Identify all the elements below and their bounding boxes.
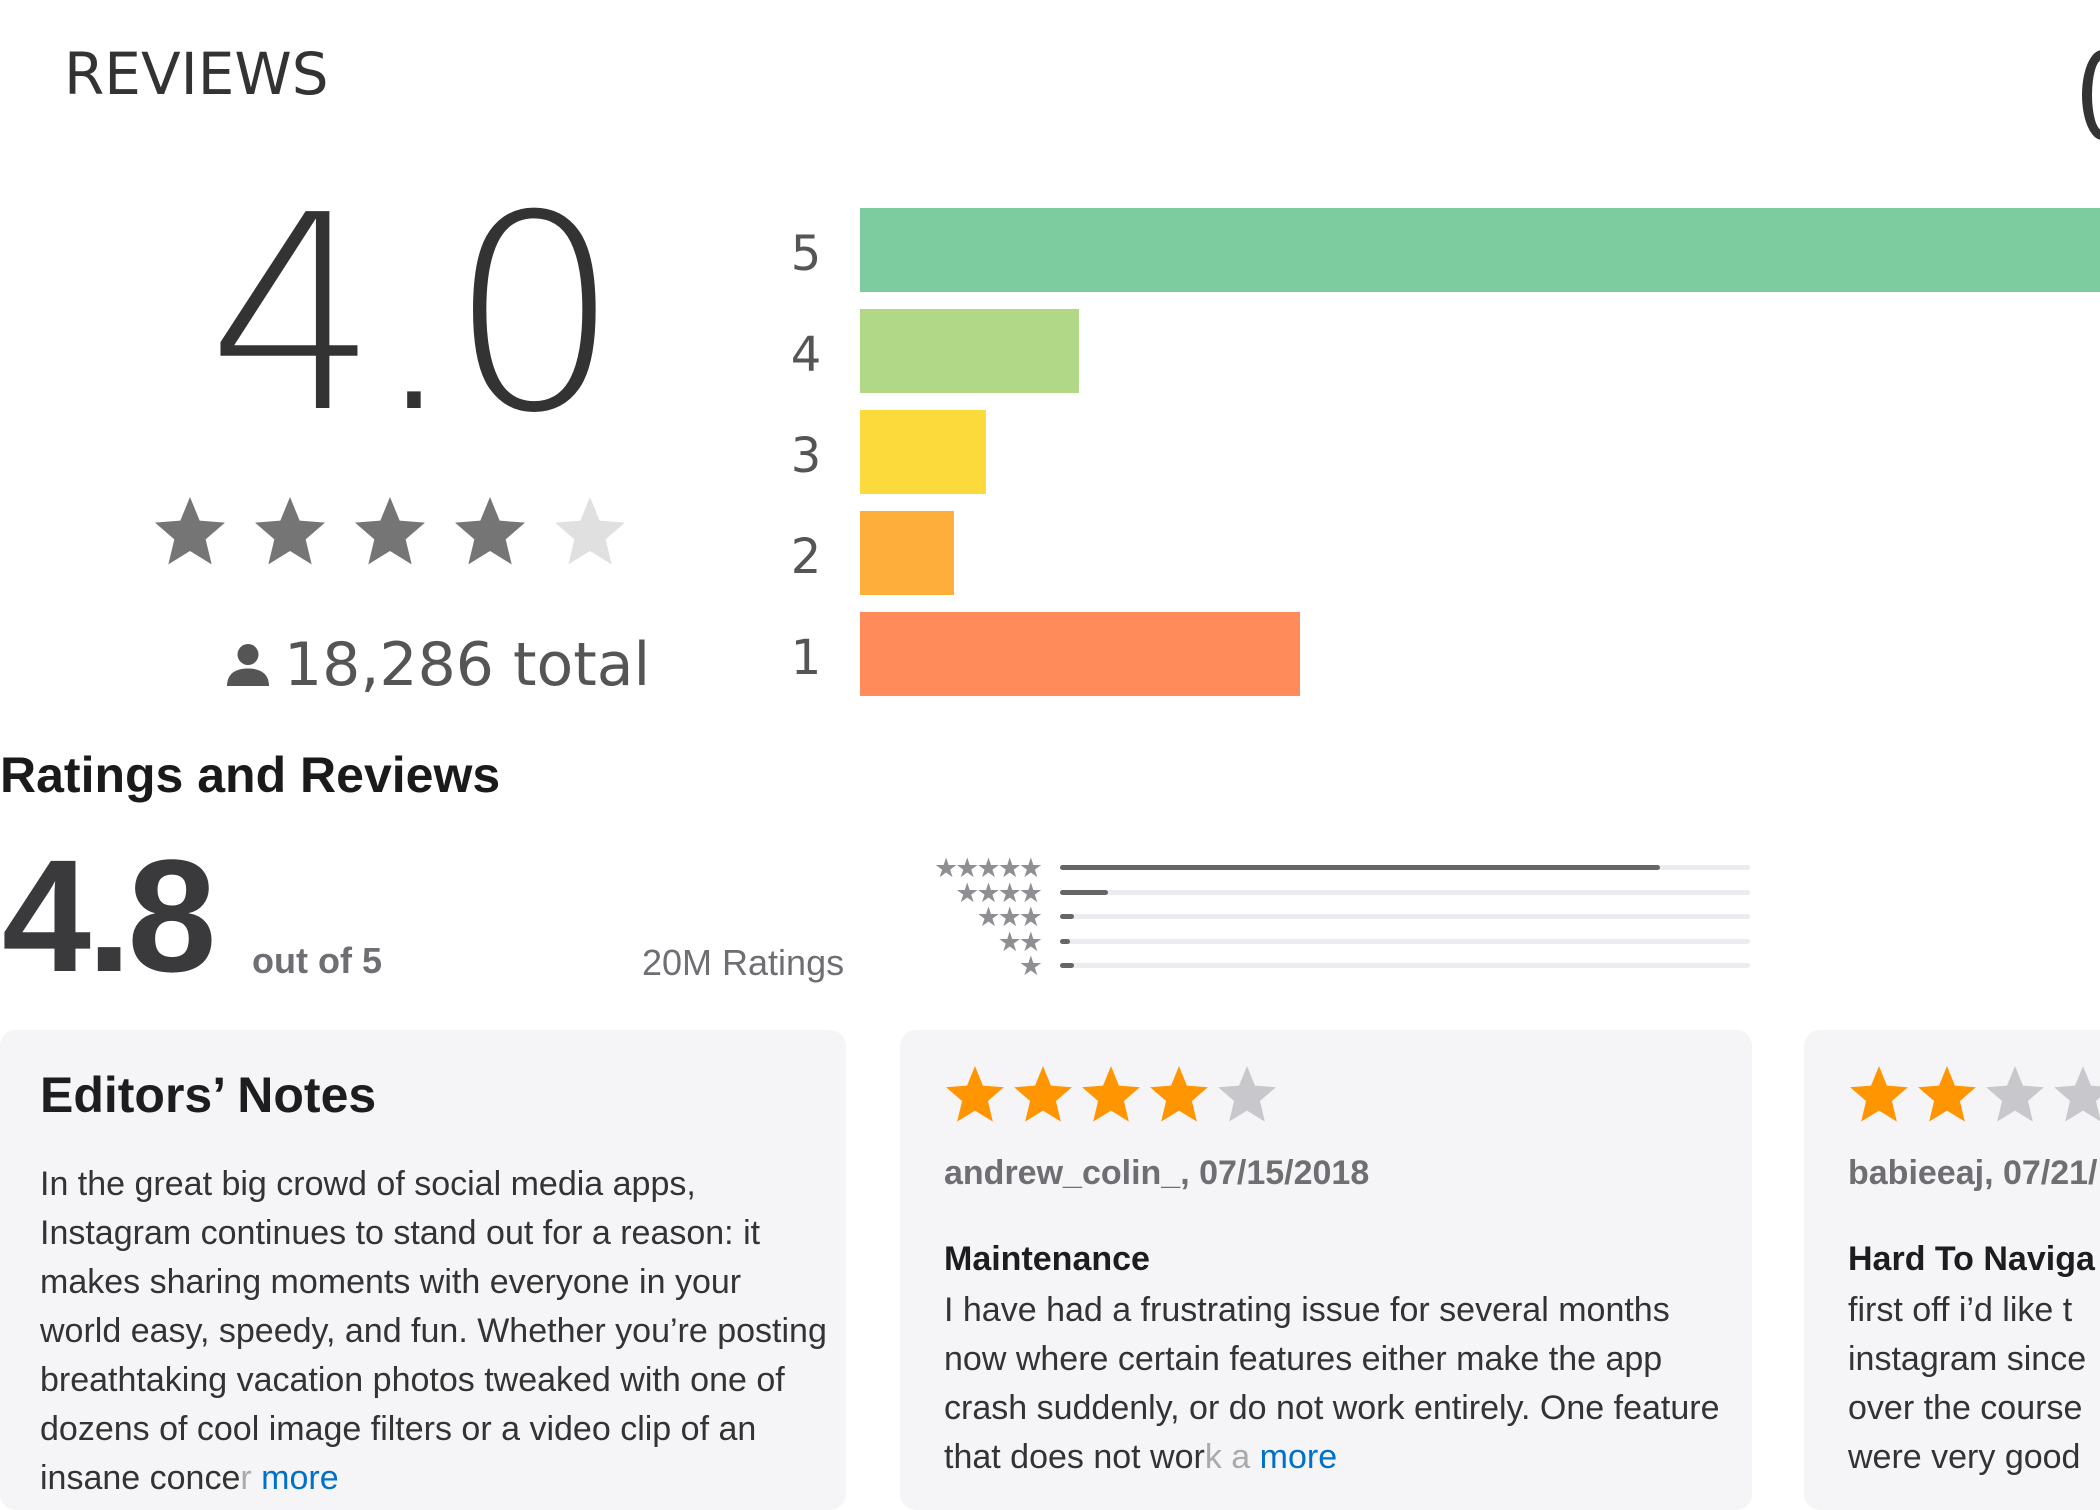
review-star-rating <box>942 1062 1280 1128</box>
star-filled-icon <box>1918 1066 1976 1122</box>
histogram-stars: ★ <box>1018 951 1043 981</box>
review-body: first off i’d like t instagram since ove… <box>1848 1291 2087 1476</box>
average-star-rating <box>150 492 630 572</box>
review-title: Maintenance <box>944 1240 1150 1278</box>
histogram-stars: ★★★ <box>976 902 1043 932</box>
star-empty-icon <box>1986 1066 2044 1122</box>
histogram-fill <box>1060 963 1074 968</box>
histogram-track <box>1060 938 1750 944</box>
rating-bar-3 <box>860 410 986 494</box>
editors-notes-heading: Editors’ Notes <box>40 1067 377 1123</box>
histogram-fill <box>1060 865 1660 870</box>
histogram-stars: ★★★★★ <box>933 853 1043 883</box>
histogram-track <box>1060 914 1750 919</box>
star-filled-icon <box>255 497 325 565</box>
review-body: I have had a frustrating issue for sever… <box>944 1286 1724 1482</box>
star-empty-icon <box>2054 1066 2100 1122</box>
bar-label-5: 5 <box>790 226 822 282</box>
star-filled-icon <box>1082 1066 1140 1122</box>
rating-bar-5 <box>860 208 2100 292</box>
ratings-section-title: Ratings and Reviews <box>0 747 501 803</box>
editors-notes-card[interactable]: Editors’ Notes In the great big crowd of… <box>0 1030 846 1510</box>
editors-notes-text: In the great big crowd of social media a… <box>40 1165 827 1497</box>
review-title: Hard To Naviga <box>1848 1240 2095 1278</box>
histogram-track <box>1060 889 1750 895</box>
histogram-stars: ★★★★ <box>955 877 1043 908</box>
total-ratings-label: 18,286 total <box>284 630 651 700</box>
overflow-menu-icon[interactable] <box>2082 50 2100 140</box>
histogram-row: ★★★★ <box>890 879 1780 906</box>
star-filled-icon <box>155 497 225 565</box>
histogram-fill <box>1060 889 1108 895</box>
star-empty-icon <box>555 497 625 565</box>
histogram-row: ★★ <box>890 928 1780 955</box>
editors-notes-more-link[interactable]: more <box>261 1459 338 1497</box>
review-author-date: andrew_colin_, 07/15/2018 <box>944 1154 1370 1192</box>
review-more-link[interactable]: more <box>1260 1438 1337 1476</box>
star-filled-icon <box>1850 1066 1908 1122</box>
total-ratings: 18,286 total <box>220 630 650 700</box>
histogram-track <box>1060 963 1750 968</box>
star-filled-icon <box>946 1066 1004 1122</box>
star-filled-icon <box>455 497 525 565</box>
review-star-rating <box>1846 1062 2100 1128</box>
review-card[interactable]: babieeaj, 07/21/ Hard To Naviga first of… <box>1804 1030 2100 1510</box>
histogram-stars: ★★ <box>997 926 1043 957</box>
overall-rating: 4.8 <box>2 826 216 1005</box>
histogram-row: ★ <box>890 953 1780 980</box>
histogram-row: ★★★ <box>890 904 1780 931</box>
review-card[interactable]: andrew_colin_, 07/15/2018 Maintenance I … <box>900 1030 1752 1510</box>
bar-label-1: 1 <box>790 630 822 686</box>
star-empty-icon <box>1218 1066 1276 1122</box>
average-rating: 4.0 <box>207 157 620 472</box>
star-filled-icon <box>355 497 425 565</box>
editors-notes-fade: r <box>240 1459 252 1497</box>
histogram-row: ★★★★★ <box>890 855 1780 882</box>
reviews-title: REVIEWS <box>64 40 329 108</box>
person-icon <box>227 644 269 686</box>
histogram-fill <box>1060 914 1074 919</box>
rating-bar-4 <box>860 309 1079 393</box>
star-filled-icon <box>1150 1066 1208 1122</box>
bar-label-4: 4 <box>790 327 822 383</box>
editors-notes-body: In the great big crowd of social media a… <box>40 1160 830 1503</box>
rating-scale-label: out of 5 <box>252 940 382 981</box>
review-author-date: babieeaj, 07/21/ <box>1848 1154 2098 1192</box>
rating-bar-1 <box>860 612 1300 696</box>
review-fade: k a <box>1204 1438 1251 1476</box>
bar-label-3: 3 <box>790 428 822 484</box>
bar-label-2: 2 <box>790 529 822 585</box>
star-filled-icon <box>1014 1066 1072 1122</box>
rating-bar-2 <box>860 511 954 595</box>
histogram-fill <box>1060 938 1070 944</box>
